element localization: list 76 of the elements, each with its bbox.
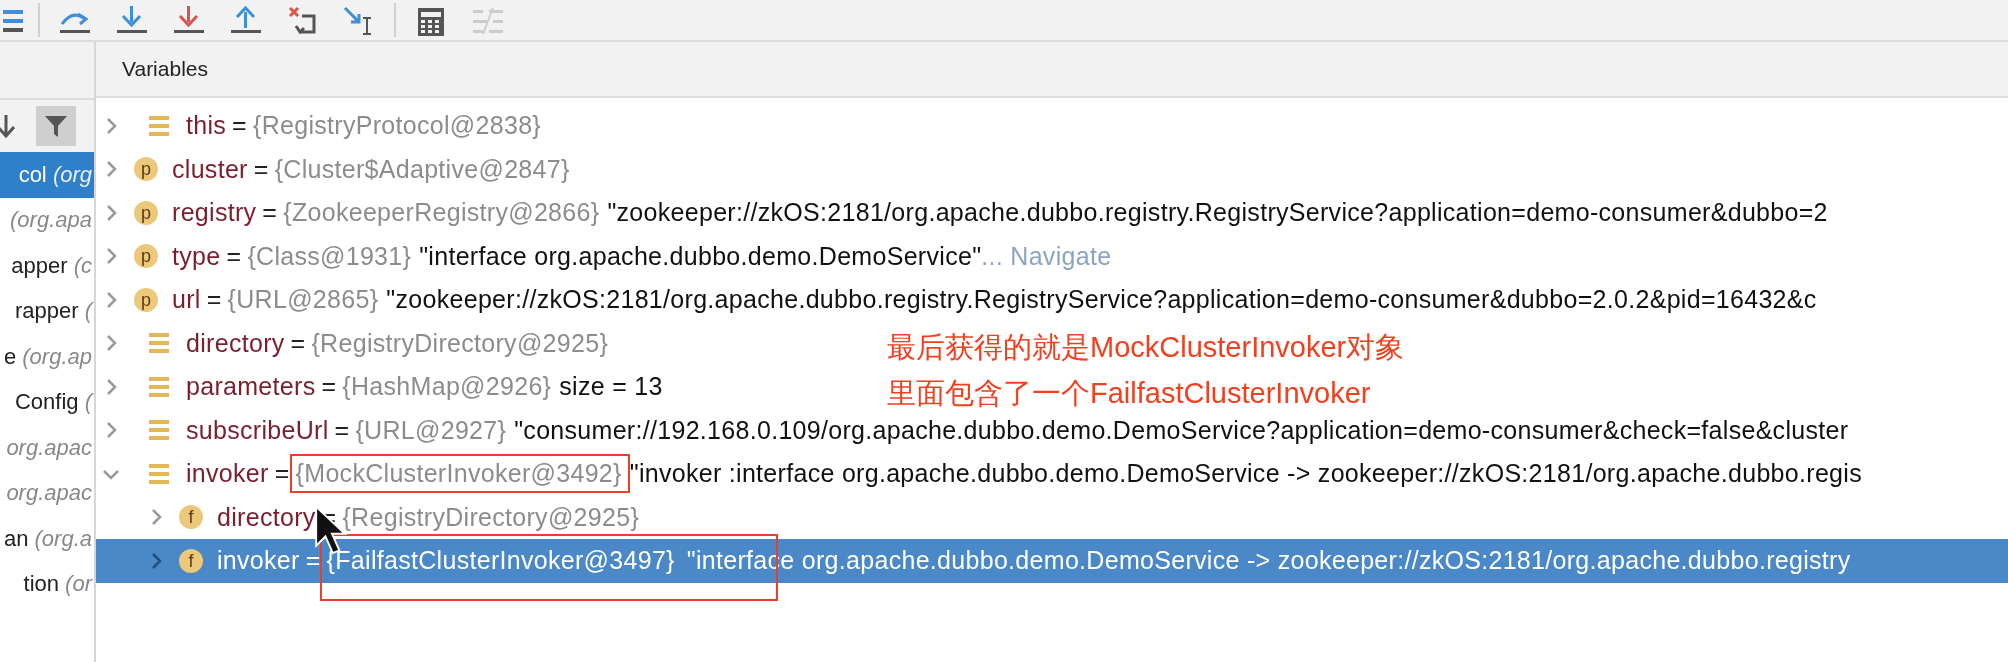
variable-row[interactable]: subscribeUrl = {URL@2927} "consumer://192.168.0.109/org.apache.dubbo.demo.DemoService?application=demo-consumer&check=false&cluster [96, 408, 1855, 452]
variable-type: {URL@2927} [355, 415, 507, 445]
frame-label: an (org.a [3, 525, 93, 552]
annotation-text: 最后获得的就是MockClusterInvoker对象 [887, 330, 1405, 365]
equals-sign: = [206, 285, 222, 315]
frame-item[interactable]: Config ( [0, 379, 94, 425]
variable-row[interactable]: p type = {Class@1931} "interface org.apache.dubbo.demo.DemoService"... Navigate [96, 234, 1118, 278]
variable-type: {HashMap@2926} [342, 372, 552, 402]
frame-item[interactable]: apper (c [0, 243, 94, 289]
variable-value: "invoker :interface org.apache.dubbo.demo.DemoService -> zookeeper://zkOS:2181/org.apache.dubbo.regis [629, 459, 1862, 489]
equals-sign: = [305, 546, 321, 576]
field-badge-icon: p [134, 157, 158, 182]
equals-sign: = [232, 111, 247, 141]
frame-label: rapper ( [14, 298, 94, 325]
variable-row[interactable]: this = {RegistryProtocol@2838} [96, 104, 547, 148]
frame-item[interactable]: org.apac [0, 470, 94, 516]
frame-item[interactable]: rapper ( [0, 288, 94, 334]
variable-row[interactable]: p url = {URL@2865} "zookeeper://zkOS:2181/org.apache.dubbo.registry.RegistryService?application=demo-consumer&dubbo=2.0.2&pid=16432&c [96, 278, 1823, 322]
variable-type: {RegistryProtocol@2838} [253, 111, 541, 141]
frame-item[interactable]: tion (or [0, 561, 94, 607]
variable-name: invoker [186, 459, 269, 489]
variable-type: {RegistryDirectory@2925} [311, 328, 609, 358]
equals-sign: = [262, 198, 278, 228]
variable-name: parameters [186, 372, 316, 402]
variable-type: {URL@2865} [227, 285, 379, 315]
frame-label: org.apac [6, 480, 93, 507]
variable-name: cluster [172, 154, 248, 184]
variable-type: {Cluster$Adaptive@2847} [274, 154, 570, 184]
variable-row[interactable]: p cluster = {Cluster$Adaptive@2847} [96, 147, 576, 191]
frame-item[interactable]: org.apac [0, 425, 94, 471]
variable-name: subscribeUrl [186, 415, 329, 445]
frame-label: e (org.ap [3, 343, 93, 370]
variable-name: type [172, 241, 221, 271]
variable-type: {RegistryDirectory@2925} [342, 502, 640, 532]
equals-sign: = [321, 372, 337, 402]
frame-item[interactable]: e (org.ap [0, 334, 94, 380]
frame-label: (org.apa [10, 207, 93, 234]
variable-type: {ZookeeperRegistry@2866} [283, 198, 600, 228]
variable-type: {MockClusterInvoker@3492} [295, 459, 622, 488]
variable-value: "zookeeper://zkOS:2181/org.apache.dubbo.registry.RegistryService?application=demo-consumer&dubbo=2.0.2&pid=16432&c [386, 285, 1817, 315]
variables-title: Variables [96, 42, 2008, 98]
frame-label: tion (or [23, 571, 94, 598]
variable-name: invoker [217, 546, 300, 576]
variable-value: "zookeeper://zkOS:2181/org.apache.dubbo.registry.RegistryService?application=demo-consumer&dubbo=2 [607, 198, 1828, 228]
variable-name: registry [172, 198, 257, 228]
variable-name: directory [186, 328, 285, 358]
variable-row[interactable]: directory = {RegistryDirectory@2925} [96, 321, 615, 365]
equals-sign: = [334, 415, 350, 445]
variable-type: {FailfastClusterInvoker@3497} [326, 546, 675, 576]
field-badge-icon: f [179, 548, 203, 573]
equals-sign: = [253, 154, 269, 184]
variable-row[interactable]: parameters = {HashMap@2926} size = 13 [96, 365, 669, 409]
variable-row[interactable]: invoker = {MockClusterInvoker@3492} "invoker :interface org.apache.dubbo.demo.DemoService -> zookeeper://zkOS:2181/org.apache.dubbo.regis [96, 452, 1868, 496]
variable-value: size = 13 [559, 372, 663, 402]
frame-label: Config ( [14, 389, 94, 416]
variable-row[interactable]: p registry = {ZookeeperRegistry@2866} "zookeeper://zkOS:2181/org.apache.dubbo.registry.RegistryService?application=demo-consumer&dubbo=2 [96, 191, 1834, 235]
variable-name: this [186, 111, 227, 141]
frame-label: org.apac [6, 434, 93, 461]
equals-sign: = [290, 328, 306, 358]
frame-item[interactable]: col (org [0, 152, 94, 198]
variable-name: directory [217, 502, 316, 532]
variable-type: {Class@1931} [247, 241, 412, 271]
variable-name: url [172, 285, 201, 315]
variable-value: "interface org.apache.dubbo.demo.DemoService" [419, 241, 982, 271]
frame-label: apper (c [11, 252, 93, 279]
equals-sign: = [274, 459, 290, 489]
frame-item[interactable]: (org.apa [0, 197, 94, 243]
field-badge-icon: p [134, 287, 158, 312]
field-badge-icon: p [134, 244, 158, 269]
variable-value: "consumer://192.168.0.109/org.apache.dubbo.demo.DemoService?application=demo-consumer&check=false&cluster [514, 415, 1849, 445]
equals-sign: = [226, 241, 242, 271]
annotation-text: 里面包含了一个FailfastClusterInvoker [887, 376, 1372, 411]
frame-label: col (org [18, 161, 93, 188]
field-badge-icon: f [179, 505, 203, 530]
frame-item[interactable]: an (org.a [0, 516, 94, 562]
field-badge-icon: p [134, 200, 158, 225]
